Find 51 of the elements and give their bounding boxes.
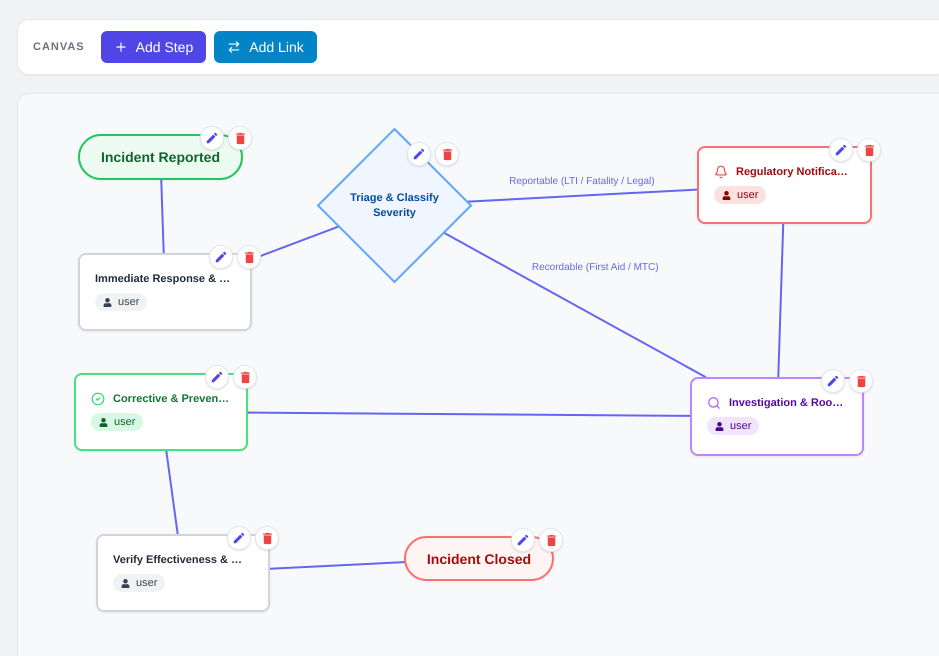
edit-button[interactable] bbox=[200, 126, 224, 150]
user-icon bbox=[722, 190, 731, 200]
check-circle-icon bbox=[91, 392, 105, 406]
swap-arrows-icon bbox=[227, 40, 242, 54]
assignee-name: user bbox=[114, 416, 136, 428]
pencil-icon bbox=[214, 250, 228, 264]
delete-button[interactable] bbox=[233, 365, 257, 389]
delete-button[interactable] bbox=[255, 526, 279, 550]
pencil-icon bbox=[826, 374, 840, 388]
search-icon bbox=[707, 396, 721, 410]
edit-button[interactable] bbox=[821, 369, 845, 393]
add-step-button[interactable]: Add Step bbox=[100, 31, 206, 63]
assignee-name: user bbox=[730, 420, 752, 432]
step-title: Verify Effectiveness & … bbox=[113, 554, 242, 566]
node-title: Incident Reported bbox=[100, 149, 220, 165]
delete-button[interactable] bbox=[539, 528, 563, 552]
plus-icon bbox=[114, 40, 128, 54]
bell-icon bbox=[714, 165, 728, 179]
pencil-icon bbox=[834, 143, 848, 157]
node-title: Incident Closed bbox=[426, 550, 532, 566]
assignee-name: user bbox=[118, 296, 140, 308]
toolbar-title: CANVAS bbox=[33, 41, 85, 53]
assignee-name: user bbox=[136, 577, 158, 589]
pencil-icon bbox=[205, 131, 219, 145]
edge-label: Recordable (First Aid / MTC) bbox=[532, 262, 659, 274]
delete-button[interactable] bbox=[228, 126, 252, 150]
delete-button[interactable] bbox=[857, 138, 881, 162]
add-link-button[interactable]: Add Link bbox=[214, 31, 317, 63]
step-title: Immediate Response & … bbox=[95, 273, 230, 285]
user-icon bbox=[99, 418, 108, 426]
delete-button[interactable] bbox=[435, 142, 459, 166]
delete-button[interactable] bbox=[237, 245, 261, 269]
pencil-icon bbox=[412, 147, 426, 161]
edit-button[interactable] bbox=[227, 526, 251, 550]
user-icon bbox=[121, 578, 130, 588]
step-title: Investigation & Roo… bbox=[729, 397, 844, 409]
assignee-name: user bbox=[737, 189, 758, 201]
step-title: Corrective & Preven… bbox=[113, 393, 230, 405]
step-title: Regulatory Notifica… bbox=[736, 166, 848, 178]
user-icon bbox=[715, 422, 724, 430]
edit-button[interactable] bbox=[209, 245, 233, 269]
user-icon bbox=[103, 298, 112, 306]
pencil-icon bbox=[516, 533, 530, 547]
edit-button[interactable] bbox=[829, 138, 853, 162]
pencil-icon bbox=[210, 370, 224, 384]
delete-button[interactable] bbox=[849, 369, 873, 393]
node-title: Triage & Classify Severity bbox=[349, 190, 440, 220]
edge-label: Reportable (LTI / Fatality / Legal) bbox=[509, 176, 655, 188]
edit-button[interactable] bbox=[511, 528, 535, 552]
pencil-icon bbox=[232, 531, 246, 545]
edit-button[interactable] bbox=[205, 365, 229, 389]
